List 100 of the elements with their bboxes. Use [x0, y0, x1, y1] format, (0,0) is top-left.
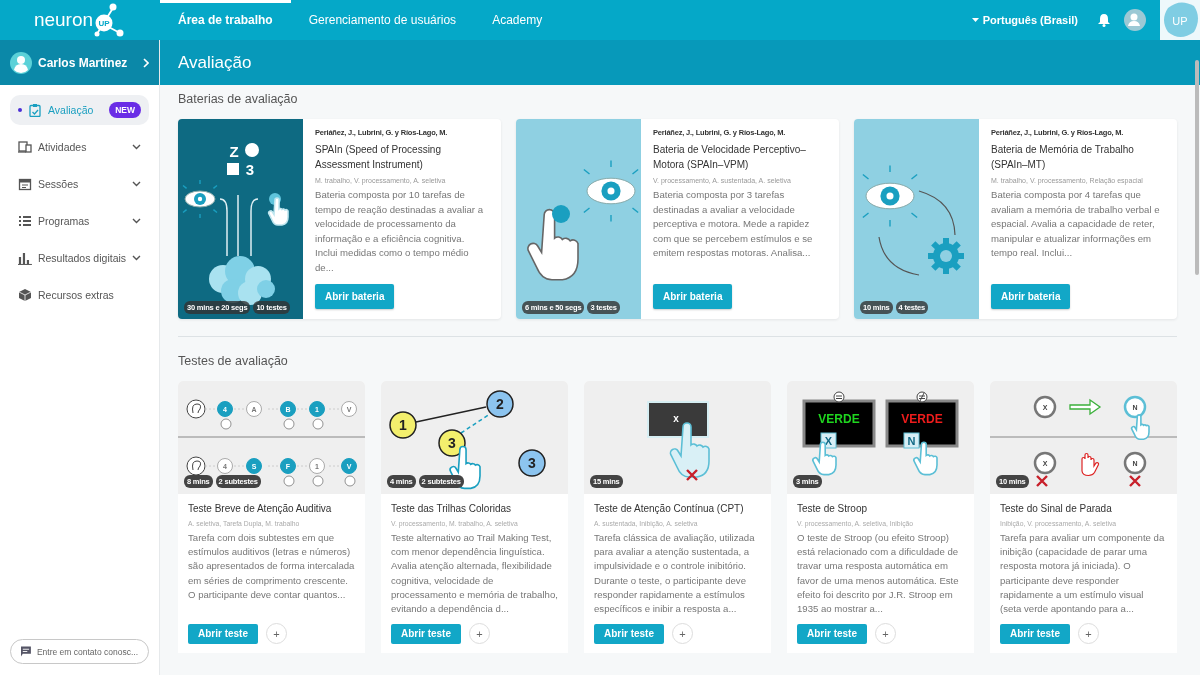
speech-bubble-icon — [312, 475, 324, 487]
new-badge: NEW — [109, 102, 141, 118]
test-title: Teste de Stroop — [797, 503, 869, 514]
language-dropdown[interactable]: Português (Brasil) — [965, 13, 1084, 27]
page-title: Avaliação — [178, 52, 252, 73]
brain-icon — [209, 256, 275, 305]
sidebar-item[interactable]: Resultados digitais — [10, 243, 149, 273]
scrollbar[interactable] — [1195, 60, 1199, 275]
open-test-button[interactable]: Abrir teste — [594, 623, 664, 644]
color-word: VERDE — [901, 412, 943, 426]
number-circle-icon — [486, 390, 514, 418]
nav-tab[interactable]: Academy — [474, 0, 561, 40]
section-heading: Baterias de avaliação — [178, 92, 299, 106]
key-icon — [903, 432, 920, 449]
open-battery-button[interactable]: Abrir bateria — [653, 284, 733, 309]
sidebar-item[interactable]: Atividades — [10, 132, 149, 162]
connecting-line — [415, 406, 487, 423]
number-label: 3 — [448, 435, 456, 451]
hand-icon — [913, 441, 938, 476]
arc-arrow-icon — [878, 190, 956, 276]
eye-icon — [182, 179, 218, 219]
add-button[interactable]: + — [266, 623, 287, 644]
hand-icon — [267, 193, 289, 226]
list-icon — [18, 214, 32, 228]
color-word: VERDE — [818, 412, 860, 426]
letter-bubble-icon — [233, 401, 262, 417]
hand-icon — [1130, 414, 1150, 440]
notification-bell-icon[interactable] — [1098, 13, 1110, 27]
section-heading: Testes de avaliação — [178, 354, 289, 368]
user-avatar-icon — [10, 51, 32, 74]
letter-bubble-icon — [204, 458, 233, 474]
key-circle-icon — [1033, 395, 1057, 419]
add-button[interactable]: + — [672, 623, 693, 644]
speech-bubble-icon — [283, 475, 295, 487]
devices-icon — [18, 140, 32, 154]
screen-icon — [885, 399, 959, 448]
key-label: X — [824, 435, 833, 447]
not-equal-icon — [916, 391, 928, 403]
letter-bubble-icon — [267, 401, 296, 417]
test-title: Teste de Atenção Contínua (CPT) — [594, 503, 745, 514]
screen-icon — [647, 401, 709, 438]
test-title: Teste das Trilhas Coloridas — [391, 503, 513, 514]
calendar-icon — [18, 177, 32, 191]
digit-label: 3 — [245, 160, 255, 178]
description-text: Tarefa clássica de avaliação, utilizada para avaliar a atenção sustentada, a impulsividade e o controle inibitório. Durante o teste, o participante deve responder rapidamente a estímulos específicos e inibir a resposta a... — [594, 531, 756, 616]
number-circle-icon — [518, 449, 546, 477]
square-icon — [227, 163, 239, 175]
key-circle-icon — [1123, 451, 1147, 475]
logo-badge-text: UP — [98, 18, 110, 28]
equal-icon — [833, 391, 845, 403]
user-profile-button[interactable]: Carlos Martínez — [0, 40, 159, 85]
logo-node-drawing — [94, 3, 124, 37]
letter-bubble-icon — [296, 401, 325, 417]
add-button[interactable]: + — [469, 623, 490, 644]
key-label: N — [907, 435, 916, 447]
stop-hand-icon — [1081, 452, 1100, 477]
letter-label: x — [673, 412, 679, 424]
letter-bubble-icon — [296, 458, 325, 474]
letter-bubble-icon — [233, 458, 262, 474]
open-battery-button[interactable]: Abrir bateria — [315, 284, 395, 309]
caret-icon — [971, 17, 979, 23]
open-test-button[interactable]: Abrir teste — [391, 623, 461, 644]
chevron-right-icon — [143, 57, 149, 68]
box-icon — [18, 288, 32, 302]
description-text: Tarefa para avaliar um componente da inibição (capacidade de parar uma resposta motora já iniciada). O participante deve responder rapidamente a um estímulo visual (seta verde apontando para a... — [1000, 531, 1166, 616]
sidebar-item[interactable]: Programas — [10, 206, 149, 236]
open-test-button[interactable]: Abrir teste — [797, 623, 867, 644]
letter-label: Z — [229, 142, 239, 160]
open-battery-button[interactable]: Abrir bateria — [991, 284, 1071, 309]
speech-bubble-icon — [283, 418, 295, 430]
nav-tab[interactable]: Gerenciamento de usuários — [290, 0, 475, 40]
eye-icon — [583, 159, 639, 223]
description-text: O teste de Stroop (ou efeito Stroop) está relacionado com a dificuldade de travar uma resposta automática em favor de uma menos automática. Este efeito foi descrito por J.R. Stroop em 1935 ao mostrar a... — [797, 531, 960, 616]
description-text: Tarefa com dois subtestes em que estímulos auditivos (letras e números) são apresentados de forma intercalada em séries de comprimento crescente. O participante deve contar quantos... — [188, 531, 355, 602]
battery-title: Bateria de Memória de Trabalho (SPAIn–MT) — [991, 143, 1135, 172]
letter-bubble-icon — [328, 401, 357, 417]
arrow-icon — [1069, 398, 1102, 416]
sidebar-item[interactable]: Sessões — [10, 169, 149, 199]
battery-title: SPAIn (Speed of Processing Assessment Instrument) — [315, 143, 442, 172]
add-button[interactable]: + — [875, 623, 896, 644]
letter-bubble-icon — [328, 458, 357, 474]
test-title: Teste do Sinal de Parada — [1000, 503, 1113, 514]
cross-icon — [685, 468, 699, 482]
contact-button[interactable]: Entre em contato conosc... — [10, 639, 149, 664]
add-button[interactable]: + — [1078, 623, 1099, 644]
description-text: Teste alternativo ao Trail Making Test, com menor dependência linguística. Avalia atenção alternada, flexibilidade cognitiva, velocidade de processamento e memória de trabalho, evitando a dependência d... — [391, 531, 558, 616]
description-text: Bateria composta por 10 tarefas de tempo de reação destinadas a avaliar a velocidade de processamento da informação e a eficiência cognitiva. Inclui medidas como o tempo médio de... — [315, 188, 484, 275]
open-test-button[interactable]: Abrir teste — [1000, 623, 1070, 644]
key-circle-icon — [1033, 451, 1057, 475]
logo-wordmark: neuron — [33, 9, 94, 31]
speech-bubble-icon — [220, 418, 232, 430]
number-label: 2 — [496, 396, 504, 412]
number-label: 1 — [399, 417, 407, 433]
open-test-button[interactable]: Abrir teste — [188, 623, 258, 644]
sidebar-item[interactable]: Recursos extras — [10, 280, 149, 310]
battery-title: Bateria de Velocidade Perceptivo–Motora (SPAIn–VPM) — [653, 143, 807, 172]
eye-icon — [862, 164, 918, 228]
avatar-icon[interactable] — [1124, 9, 1146, 31]
sidebar-item[interactable]: Avaliação NEW — [10, 95, 149, 125]
bars-icon — [18, 251, 32, 265]
